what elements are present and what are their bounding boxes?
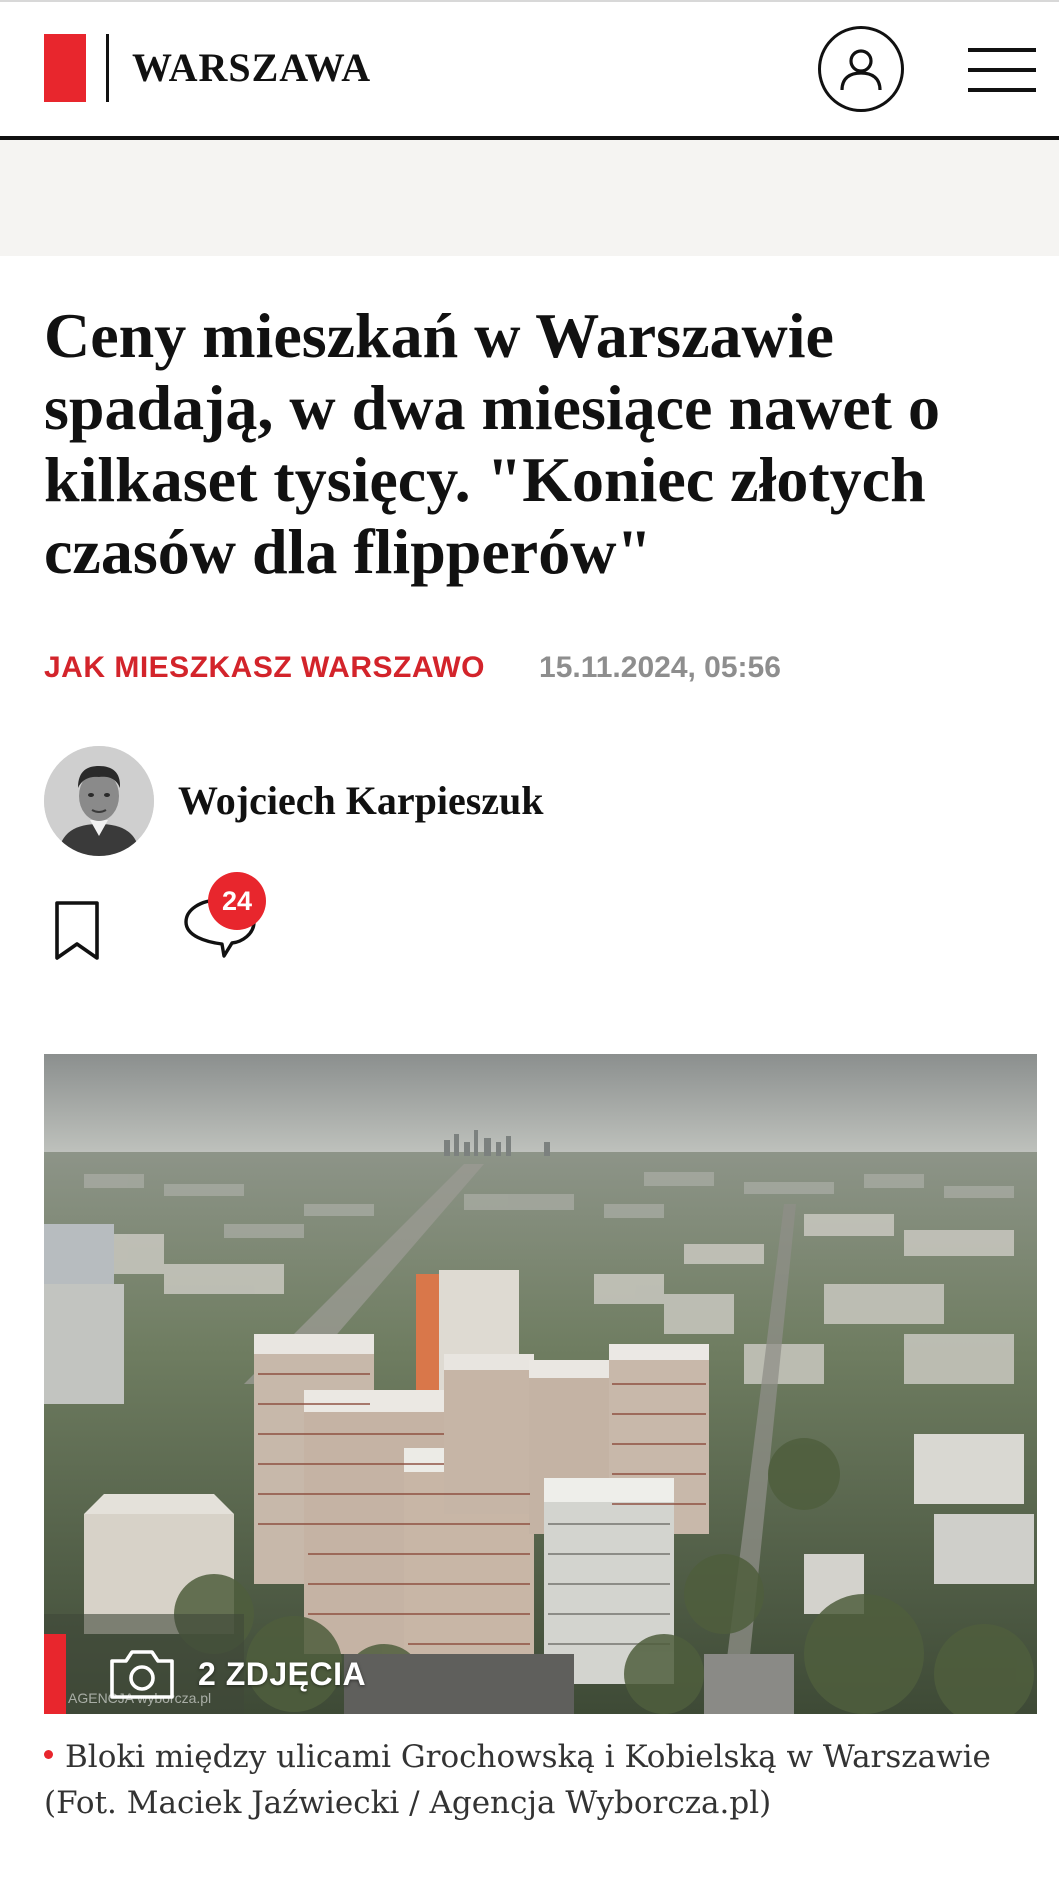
comment-count-badge: 24 — [208, 872, 266, 930]
bookmark-icon — [55, 901, 99, 960]
photo-caption: Bloki między ulicami Grochowską i Kobiel… — [44, 1734, 1034, 1826]
publish-date: 15.11.2024, 05:56 — [539, 651, 781, 684]
gallery-count-label: 2 ZDJĘCIA — [198, 1655, 367, 1692]
author-avatar[interactable] — [44, 746, 154, 856]
top-navigation-bar: WARSZAWA — [0, 0, 1059, 136]
gallery-accent-bar — [44, 1634, 66, 1714]
caption-bullet — [44, 1750, 53, 1759]
section-title[interactable]: WARSZAWA — [132, 42, 371, 94]
brand-logo-mark[interactable] — [44, 34, 86, 102]
comments-button[interactable]: 24 — [180, 872, 280, 968]
logo-divider — [106, 34, 109, 102]
article-photo[interactable]: 2 ZDJĘCIA AGENCJA wyborcza.pl — [44, 1054, 1037, 1714]
category-link[interactable]: JAK MIESZKASZ WARSZAWO — [44, 651, 485, 685]
user-icon — [840, 49, 882, 91]
bookmark-button[interactable] — [52, 900, 102, 962]
caption-text: Bloki między ulicami Grochowską i Kobiel… — [44, 1739, 991, 1821]
article-meta: JAK MIESZKASZ WARSZAWO 15.11.2024, 05:56 — [44, 648, 781, 688]
ad-placeholder — [0, 140, 1059, 256]
account-button[interactable] — [818, 26, 904, 112]
photo-watermark: AGENCJA wyborcza.pl — [68, 1690, 212, 1706]
hamburger-menu-button[interactable] — [968, 44, 1036, 96]
hamburger-menu-icon — [968, 48, 1036, 52]
author-name[interactable]: Wojciech Karpieszuk — [178, 776, 544, 826]
article-headline: Ceny mieszkań w Warszawie spadają, w dwa… — [44, 300, 940, 587]
